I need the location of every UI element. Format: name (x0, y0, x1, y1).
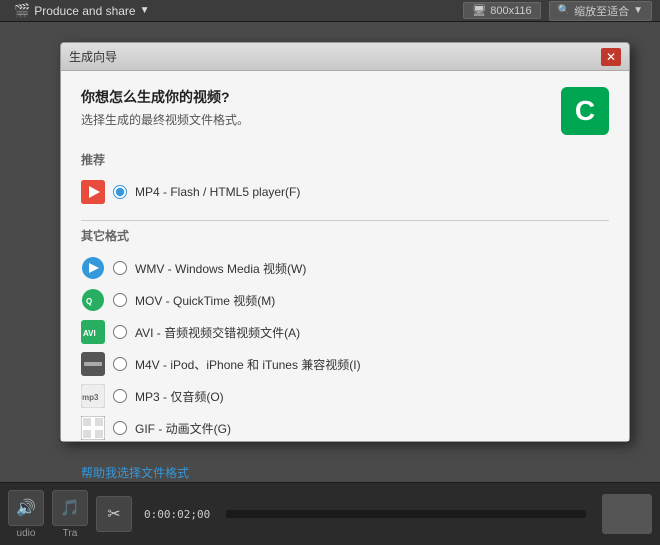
format-option-m4v[interactable]: M4V - iPod、iPhone 和 iTunes 兼容视频(I) (81, 348, 609, 380)
zoom-dropdown-arrow: ▼ (633, 5, 643, 16)
logo-letter: C (575, 95, 595, 127)
format-option-avi[interactable]: AVI AVI - 音频视频交错视频文件(A) (81, 316, 609, 348)
mp4-icon (81, 180, 105, 204)
gif-label: GIF - 动画文件(G) (135, 420, 231, 437)
audio-label: udio (17, 528, 36, 539)
dialog-heading: 你想怎么生成你的视频? (81, 87, 249, 107)
dimension-value: 800x116 (490, 5, 531, 17)
avi-radio[interactable] (113, 325, 127, 339)
format-option-mov[interactable]: Q MOV - QuickTime 视频(M) (81, 284, 609, 316)
format-option-mp4[interactable]: MP4 - Flash / HTML5 player(F) (81, 176, 609, 208)
svg-text:Q: Q (86, 297, 92, 306)
camtasia-logo: C (561, 87, 609, 135)
track-button[interactable]: 🎵 (52, 490, 88, 526)
gif-radio[interactable] (113, 421, 127, 435)
dropdown-arrow: ▼ (140, 5, 150, 16)
corner-logo (602, 494, 652, 534)
audio-button[interactable]: 🔊 (8, 490, 44, 526)
mp3-label: MP3 - 仅音频(O) (135, 388, 224, 405)
dialog-title: 生成向导 (69, 48, 601, 65)
avi-icon: AVI (81, 320, 105, 344)
svg-text:mp3: mp3 (82, 393, 99, 402)
format-option-gif[interactable]: GIF - 动画文件(G) (81, 412, 609, 444)
monitor-icon: 🖥 (472, 4, 486, 17)
mov-label: MOV - QuickTime 视频(M) (135, 292, 275, 309)
mp4-radio[interactable] (113, 185, 127, 199)
recommended-section: 推荐 MP4 - Flash / HTML5 player(F) (81, 151, 609, 208)
scissors-button[interactable]: ✂ (96, 496, 132, 532)
other-formats-section: 其它格式 WMV - Windows Media 视频(W) (81, 227, 609, 444)
bottom-toolbar: 🔊 udio 🎵 Tra ✂ 0:00:02;00 (0, 482, 660, 545)
m4v-label: M4V - iPod、iPhone 和 iTunes 兼容视频(I) (135, 356, 361, 373)
avi-label: AVI - 音频视频交错视频文件(A) (135, 324, 300, 341)
produce-share-button[interactable]: 🎬 Produce and share ▼ (8, 1, 156, 21)
m4v-radio[interactable] (113, 357, 127, 371)
dialog-header: 你想怎么生成你的视频? 选择生成的最终视频文件格式。 C (81, 87, 609, 135)
mov-icon: Q (81, 288, 105, 312)
wmv-label: WMV - Windows Media 视频(W) (135, 260, 306, 277)
mp4-label: MP4 - Flash / HTML5 player(F) (135, 185, 300, 199)
wmv-icon (81, 256, 105, 280)
recommended-label: 推荐 (81, 151, 609, 168)
svg-text:AVI: AVI (83, 329, 96, 338)
workspace: 生成向导 ✕ 你想怎么生成你的视频? 选择生成的最终视频文件格式。 C 推荐 (0, 22, 660, 482)
progress-bar[interactable] (226, 510, 586, 518)
track-label: Tra (63, 528, 78, 539)
generate-wizard-dialog: 生成向导 ✕ 你想怎么生成你的视频? 选择生成的最终视频文件格式。 C 推荐 (60, 42, 630, 442)
other-formats-label: 其它格式 (81, 227, 609, 244)
wmv-radio[interactable] (113, 261, 127, 275)
mov-radio[interactable] (113, 293, 127, 307)
track-item: 🎵 Tra (52, 490, 88, 539)
time-display: 0:00:02;00 (144, 508, 210, 521)
mp3-radio[interactable] (113, 389, 127, 403)
help-link[interactable]: 帮助我选择文件格式 (81, 464, 189, 481)
dialog-content: 你想怎么生成你的视频? 选择生成的最终视频文件格式。 C 推荐 (61, 71, 629, 441)
format-option-wmv[interactable]: WMV - Windows Media 视频(W) (81, 252, 609, 284)
dialog-subheading: 选择生成的最终视频文件格式。 (81, 111, 249, 128)
produce-share-label: Produce and share (34, 4, 135, 18)
scissors-icon: ✂ (107, 504, 120, 524)
format-option-mp3[interactable]: mp3 MP3 - 仅音频(O) (81, 380, 609, 412)
zoom-label: 缩放至适合 (574, 3, 629, 19)
zoom-button[interactable]: 🔍 缩放至适合 ▼ (549, 1, 652, 21)
gif-icon (81, 416, 105, 440)
dimension-badge: 🖥 800x116 (463, 2, 540, 19)
mp3-icon: mp3 (81, 384, 105, 408)
search-icon: 🔍 (558, 5, 570, 16)
dialog-titlebar: 生成向导 ✕ (61, 43, 629, 71)
m4v-icon (81, 352, 105, 376)
dialog-header-text: 你想怎么生成你的视频? 选择生成的最终视频文件格式。 (81, 87, 249, 128)
top-toolbar: 🎬 Produce and share ▼ 🖥 800x116 🔍 缩放至适合 … (0, 0, 660, 22)
film-icon: 🎬 (14, 3, 30, 19)
dialog-close-button[interactable]: ✕ (601, 48, 621, 66)
audio-item: 🔊 udio (8, 490, 44, 539)
